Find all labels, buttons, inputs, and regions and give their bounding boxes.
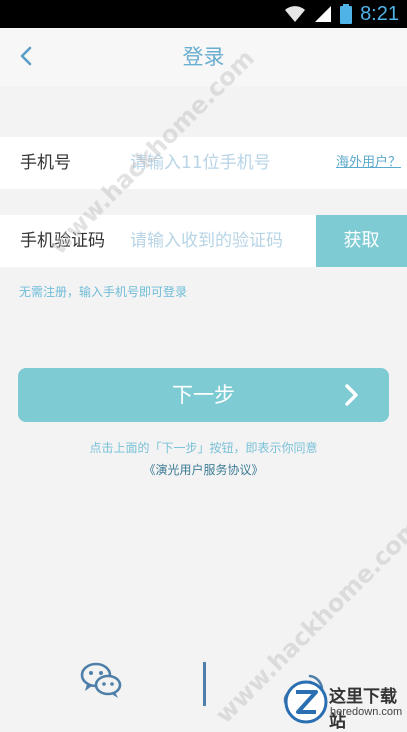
- wifi-icon: [285, 6, 306, 22]
- back-button[interactable]: [8, 38, 44, 74]
- watermark-logo: 这里下载站 heredown.com: [284, 680, 407, 732]
- next-step-button[interactable]: 下一步: [18, 368, 389, 422]
- phone-row: 手机号 海外用户？: [0, 137, 407, 189]
- social-divider: [203, 662, 206, 706]
- signal-icon: [315, 6, 332, 22]
- status-time: 8:21: [360, 2, 399, 25]
- header: 登录: [0, 28, 407, 86]
- chevron-left-icon: [20, 46, 32, 66]
- page-title: 登录: [182, 45, 225, 69]
- verification-code-input[interactable]: [130, 215, 315, 267]
- phone-label: 手机号: [20, 153, 71, 173]
- logo-subtitle: heredown.com: [330, 706, 403, 718]
- chevron-right-icon: [345, 384, 358, 406]
- agreement-text: 点击上面的「下一步」按钮，即表示你同意: [89, 441, 318, 455]
- next-step-label: 下一步: [172, 383, 235, 407]
- service-agreement-link[interactable]: 《演光用户服务协议》: [0, 461, 407, 478]
- wechat-login-button[interactable]: [79, 660, 123, 700]
- status-icons: 8:21: [284, 2, 399, 26]
- status-bar: 8:21: [0, 0, 407, 28]
- overseas-user-link[interactable]: 海外用户？: [336, 137, 401, 189]
- login-hint: 无需注册，输入手机号即可登录: [19, 285, 188, 299]
- logo-z-icon: [284, 680, 328, 724]
- get-code-button[interactable]: 获取: [316, 215, 407, 267]
- battery-icon: [340, 4, 353, 24]
- wechat-icon: [80, 662, 122, 698]
